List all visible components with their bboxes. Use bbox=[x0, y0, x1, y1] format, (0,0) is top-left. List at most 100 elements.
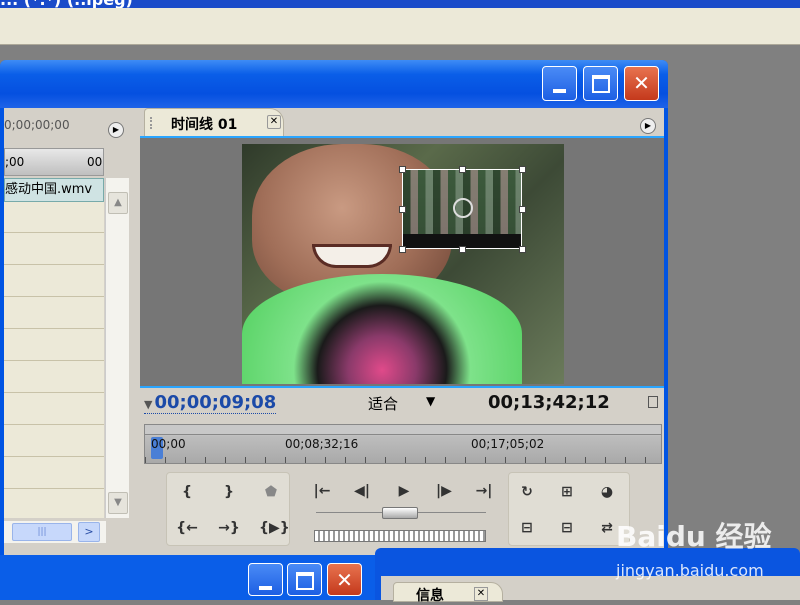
marker-controls-group: { } ⬟ {← →} {▶} bbox=[166, 472, 290, 546]
ruler-ticks bbox=[145, 457, 661, 463]
ruler-label: 00;17;05;02 bbox=[471, 437, 545, 451]
premiere-main-window: ✕ 0;00;00;00 ▶ ;00 00 感动中国.wmv ▲ ▼ ||| >… bbox=[0, 60, 668, 555]
scroll-thumb[interactable]: ||| bbox=[12, 523, 72, 541]
go-to-out-point-button[interactable]: →} bbox=[217, 517, 241, 541]
bottom-window: ✕ bbox=[0, 555, 375, 600]
overlay-button[interactable]: ◕ bbox=[595, 481, 619, 505]
resize-handle[interactable] bbox=[519, 246, 526, 253]
tab-close-icon[interactable]: ✕ bbox=[267, 115, 281, 129]
resize-handle[interactable] bbox=[399, 206, 406, 213]
set-out-point-button[interactable]: } bbox=[217, 481, 241, 505]
tab-label: 时间线 01 bbox=[171, 117, 238, 133]
panel-menu-button[interactable]: ▶ bbox=[640, 118, 656, 134]
baidu-watermark: Baidu 经验 jingyan.baidu.com bbox=[616, 515, 796, 595]
track-divider bbox=[4, 328, 104, 329]
jog-slider[interactable] bbox=[316, 507, 486, 520]
left-panel-ruler[interactable]: ;00 00 bbox=[4, 148, 104, 176]
step-forward-button[interactable]: |▶ bbox=[432, 480, 456, 504]
resize-handle[interactable] bbox=[459, 166, 466, 173]
scroll-down-button[interactable]: ▼ bbox=[108, 492, 128, 514]
resize-handle[interactable] bbox=[399, 166, 406, 173]
chevron-down-icon[interactable]: ▼ bbox=[426, 394, 435, 408]
close-icon: ✕ bbox=[633, 71, 650, 95]
play-in-to-out-button[interactable]: {▶} bbox=[259, 517, 290, 541]
bottom-minimize-button[interactable] bbox=[248, 563, 283, 596]
track-divider bbox=[4, 424, 104, 425]
watermark-url: jingyan.baidu.com bbox=[616, 561, 764, 580]
go-to-previous-edit-button[interactable]: |← bbox=[310, 480, 334, 504]
minimize-icon bbox=[259, 586, 272, 590]
maximize-button[interactable] bbox=[583, 66, 618, 101]
previous-window-titlebar: ... (*.*) (..ipeg) bbox=[0, 0, 800, 9]
set-in-point-button[interactable]: { bbox=[175, 481, 199, 505]
go-to-in-point-button[interactable]: {← bbox=[175, 517, 199, 541]
video-subject-clothing bbox=[242, 274, 522, 384]
tab-info-label: 信息 bbox=[416, 588, 444, 604]
close-button[interactable]: ✕ bbox=[624, 66, 659, 101]
go-to-next-edit-button[interactable]: →| bbox=[472, 480, 496, 504]
tab-grip-icon[interactable] bbox=[150, 117, 156, 129]
resize-handle[interactable] bbox=[519, 206, 526, 213]
maximize-icon bbox=[592, 75, 610, 93]
timecode-row: ▼ 00;00;09;08 适合 ▼ 00;13;42;12 bbox=[140, 390, 664, 416]
ruler-label: 00;08;32;16 bbox=[285, 437, 359, 451]
left-panel-timecode: 0;00;00;00 bbox=[4, 118, 70, 132]
track-divider bbox=[4, 392, 104, 393]
monitor-accent-line bbox=[140, 386, 664, 388]
clip-item[interactable]: 感动中国.wmv bbox=[4, 178, 104, 202]
shuttle-wheel[interactable] bbox=[314, 530, 486, 542]
time-ruler[interactable]: 00;00 00;08;32;16 00;17;05;02 bbox=[144, 424, 662, 464]
video-frame[interactable] bbox=[242, 144, 564, 384]
panel-menu-icon: ▶ bbox=[112, 125, 120, 134]
zoom-fit-dropdown[interactable]: 适合 bbox=[368, 393, 398, 414]
maximize-icon bbox=[296, 572, 314, 590]
ruler-label: 00;00 bbox=[151, 437, 186, 451]
tab-timeline-01[interactable]: 时间线 01 ✕ bbox=[144, 108, 284, 136]
transport-controls: { } ⬟ {← →} {▶} |← ◀| ▶ |▶ →| ↻ ⊞ ◕ ⊟ ⊟ … bbox=[166, 472, 658, 548]
resize-handle[interactable] bbox=[459, 246, 466, 253]
set-marker-button[interactable]: ⬟ bbox=[259, 481, 283, 505]
panel-menu-icon: ▶ bbox=[644, 121, 652, 130]
current-timecode[interactable]: ▼ 00;00;09;08 bbox=[144, 392, 277, 414]
timeline-panel: 时间线 01 ✕ ▶ ▼ 00;00;09;08 适合 ▼ 00;13;42;1… bbox=[136, 108, 664, 555]
close-icon: ✕ bbox=[336, 568, 353, 592]
bottom-close-button[interactable]: ✕ bbox=[327, 563, 362, 596]
ruler-start-label: ;00 bbox=[5, 155, 25, 169]
track-divider bbox=[4, 360, 104, 361]
edit-controls-group: ↻ ⊞ ◕ ⊟ ⊟ ⇄ bbox=[508, 472, 630, 546]
lift-button[interactable]: ⊟ bbox=[515, 517, 539, 541]
left-panel-menu-button[interactable]: ▶ bbox=[108, 122, 124, 138]
track-divider bbox=[4, 264, 104, 265]
tab-close-icon[interactable]: ✕ bbox=[474, 587, 488, 601]
resize-handle[interactable] bbox=[519, 166, 526, 173]
program-monitor bbox=[140, 138, 664, 386]
left-panel: 0;00;00;00 ▶ ;00 00 感动中国.wmv ▲ ▼ ||| > bbox=[4, 108, 134, 555]
play-button[interactable]: ▶ bbox=[392, 480, 416, 504]
ruler-end-label: 00 bbox=[87, 155, 103, 169]
mosaic-effect-box[interactable] bbox=[399, 166, 526, 253]
anchor-point-icon[interactable] bbox=[453, 198, 473, 218]
horizontal-scrollbar[interactable]: ||| > bbox=[4, 521, 106, 543]
expand-icon[interactable] bbox=[648, 396, 658, 408]
track-divider bbox=[4, 456, 104, 457]
tab-info[interactable]: 信息 ✕ bbox=[393, 582, 503, 604]
video-subject-mouth bbox=[312, 244, 392, 268]
resize-handle[interactable] bbox=[399, 246, 406, 253]
jog-thumb[interactable] bbox=[382, 507, 418, 519]
zoom-scroll-bar[interactable] bbox=[145, 425, 661, 435]
extract-button[interactable]: ⊟ bbox=[555, 517, 579, 541]
previous-window-body bbox=[0, 8, 800, 45]
track-divider bbox=[4, 296, 104, 297]
vertical-scrollbar[interactable]: ▲ ▼ bbox=[105, 178, 129, 518]
step-back-button[interactable]: ◀| bbox=[350, 480, 374, 504]
duration-timecode: 00;13;42;12 bbox=[488, 392, 610, 413]
marker-triangle-icon: ▼ bbox=[144, 398, 153, 411]
scroll-right-button[interactable]: > bbox=[78, 522, 100, 542]
safe-margins-button[interactable]: ⊞ bbox=[555, 481, 579, 505]
minimize-button[interactable] bbox=[542, 66, 577, 101]
bottom-maximize-button[interactable] bbox=[287, 563, 322, 596]
scroll-up-button[interactable]: ▲ bbox=[108, 192, 128, 214]
minimize-icon bbox=[553, 89, 566, 93]
output-button[interactable]: ↻ bbox=[515, 481, 539, 505]
main-titlebar: ✕ bbox=[0, 60, 668, 108]
